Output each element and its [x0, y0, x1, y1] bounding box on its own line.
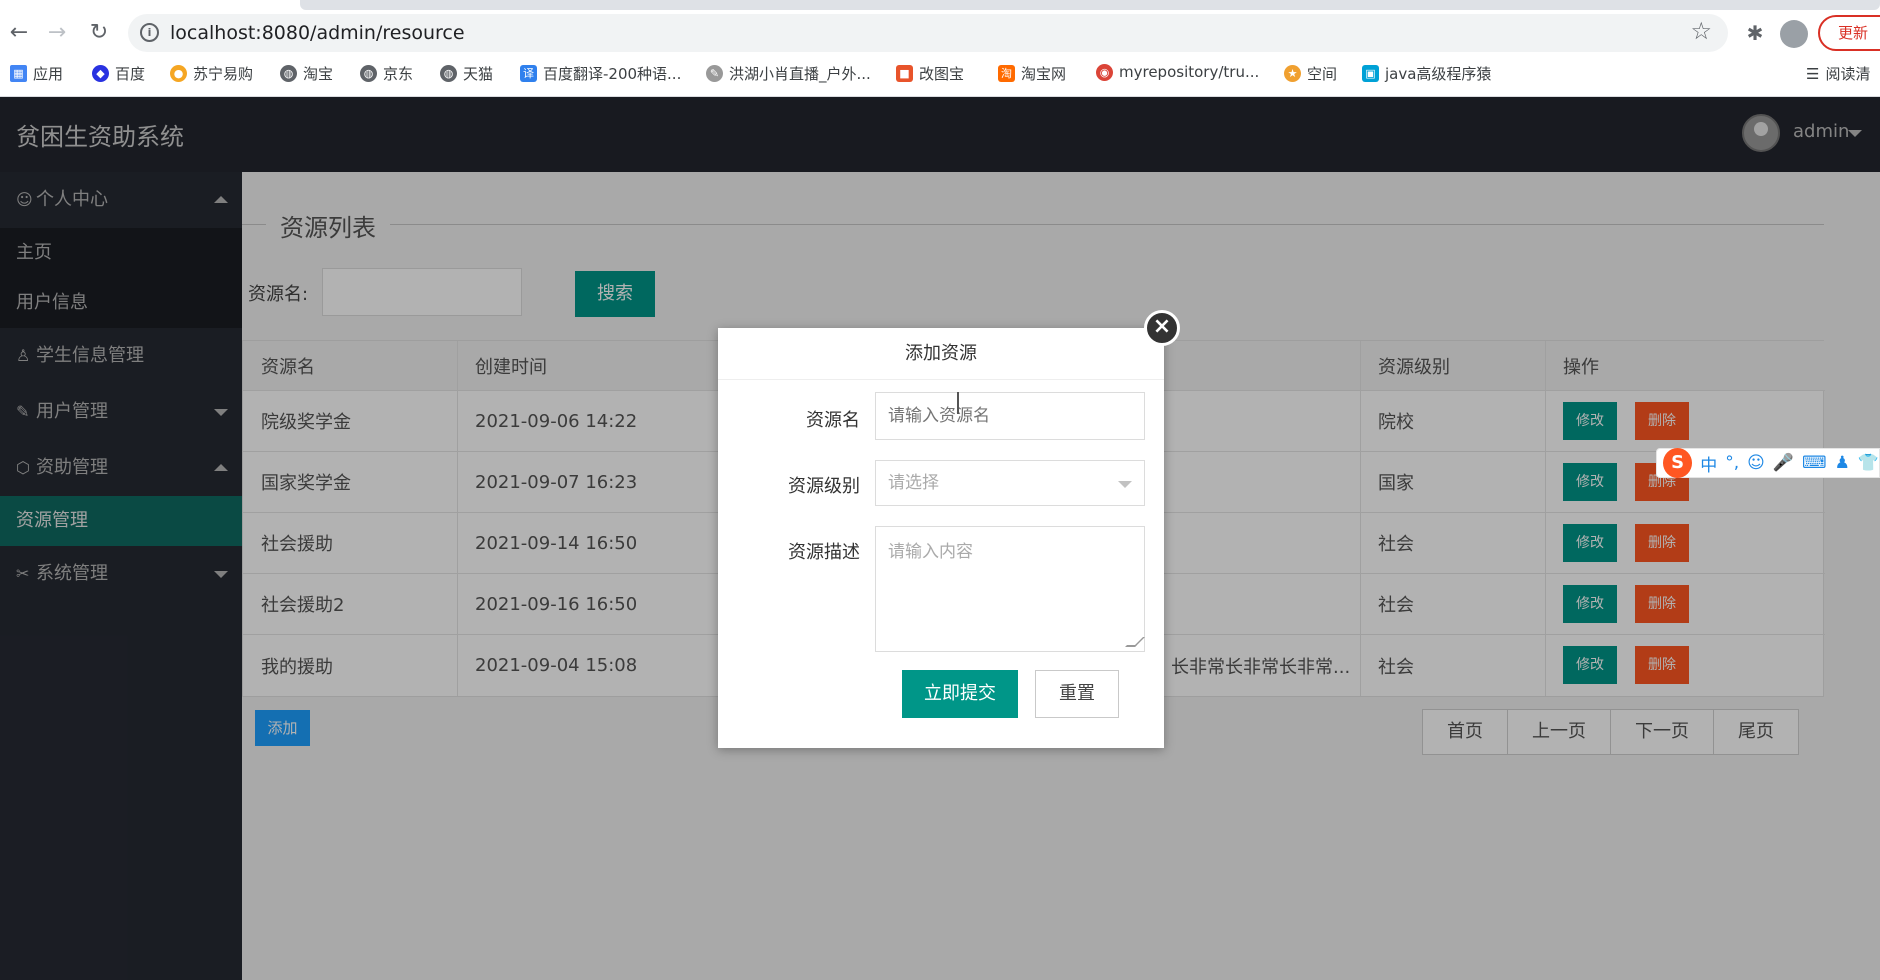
live-icon: ✎	[706, 65, 723, 82]
ime-chinese-mode[interactable]: 中	[1700, 451, 1717, 476]
resource-desc-label: 资源描述	[788, 542, 860, 563]
close-icon[interactable]: ×	[1144, 310, 1180, 346]
globe-icon: ◍	[440, 65, 457, 82]
globe-icon: ◍	[280, 65, 297, 82]
extensions-icon[interactable]: ✱	[1740, 18, 1770, 48]
resize-handle-icon[interactable]	[1125, 637, 1145, 647]
gaitubao-icon: ■	[896, 65, 913, 82]
forward-icon[interactable]: →	[42, 18, 72, 48]
taobao-icon: 淘	[998, 65, 1015, 82]
bookmark-qzone[interactable]: ★ 空间	[1284, 63, 1337, 84]
bookmark-baidu-translate[interactable]: 译百度翻译-200种语...	[520, 63, 681, 84]
reading-list-icon: ☰	[1806, 64, 1820, 83]
bookmark-live[interactable]: ✎ 洪湖小肖直播_户外...	[706, 63, 871, 84]
skin-shirt-icon[interactable]: 👕	[1858, 453, 1879, 473]
keyboard-icon[interactable]: ⌨	[1802, 453, 1827, 473]
bilibili-icon: ▣	[1362, 65, 1379, 82]
sogou-logo-icon[interactable]: S	[1663, 448, 1693, 478]
submit-button[interactable]: 立即提交	[902, 670, 1018, 718]
reload-icon[interactable]: ↻	[84, 18, 114, 48]
site-info-icon[interactable]: i	[140, 23, 159, 42]
bookmark-apps[interactable]: ▦ 应用	[10, 63, 63, 84]
dialog-title: 添加资源	[718, 328, 1164, 380]
microphone-icon[interactable]: 🎤	[1773, 453, 1794, 473]
user-icon[interactable]: ♟	[1835, 453, 1850, 473]
resource-level-select[interactable]: 请选择	[875, 460, 1145, 506]
bookmark-baidu[interactable]: ◆ 百度	[92, 63, 145, 84]
resource-name-input[interactable]	[875, 392, 1145, 440]
add-resource-dialog: 添加资源 资源名 资源级别 请选择 资源描述 请输入内容 立即提交 重置	[718, 328, 1164, 748]
bookmark-jd[interactable]: ◍ 京东	[360, 63, 413, 84]
tab-strip	[300, 0, 1880, 10]
qzone-icon: ★	[1284, 65, 1301, 82]
apps-grid-icon: ▦	[10, 65, 27, 82]
suning-icon: ●	[170, 65, 187, 82]
bookmark-gaitubao[interactable]: ■ 改图宝	[896, 63, 964, 84]
bookmark-taobao[interactable]: ◍ 淘宝	[280, 63, 333, 84]
address-bar[interactable]: i localhost:8080/admin/resource ☆	[128, 14, 1728, 52]
profile-icon[interactable]	[1780, 20, 1808, 48]
chrome-icon: ◉	[1096, 63, 1113, 81]
update-button[interactable]: 更新	[1818, 15, 1880, 51]
bookmark-java[interactable]: ▣ java高级程序猿	[1362, 63, 1491, 84]
bookmark-suning[interactable]: ● 苏宁易购	[170, 63, 253, 84]
browser-toolbar: ← → ↻ i localhost:8080/admin/resource ☆ …	[0, 0, 1880, 97]
resource-desc-textarea[interactable]: 请输入内容	[875, 526, 1145, 652]
url-text[interactable]: localhost:8080/admin/resource	[170, 22, 465, 44]
resource-level-label: 资源级别	[788, 476, 860, 497]
bookmark-tmall[interactable]: ◍ 天猫	[440, 63, 493, 84]
globe-icon: ◍	[360, 65, 377, 82]
bookmark-taobaowang[interactable]: 淘淘宝网	[998, 63, 1066, 84]
reset-button[interactable]: 重置	[1035, 670, 1119, 718]
ime-punctuation-mode[interactable]: °,	[1725, 453, 1739, 473]
bookmark-myrepository[interactable]: ◉ myrepository/tru...	[1096, 63, 1259, 81]
chevron-down-icon	[1118, 481, 1132, 488]
baidu-icon: ◆	[92, 65, 109, 82]
back-icon[interactable]: ←	[4, 18, 34, 48]
bookmarks-bar: ▦ 应用 ◆ 百度 ● 苏宁易购 ◍ 淘宝 ◍ 京东 ◍ 天猫 译百度翻译-200种语...…	[0, 60, 1880, 88]
ime-toolbar: S 中 °, ☺ 🎤 ⌨ ♟ 👕	[1656, 448, 1880, 478]
bookmark-star-icon[interactable]: ☆	[1690, 17, 1712, 45]
resource-name-label: 资源名	[806, 410, 860, 431]
translate-icon: 译	[520, 65, 537, 82]
reading-list[interactable]: ☰ 阅读清	[1806, 63, 1870, 84]
emoji-icon[interactable]: ☺	[1747, 453, 1765, 473]
text-cursor-icon	[957, 392, 959, 414]
